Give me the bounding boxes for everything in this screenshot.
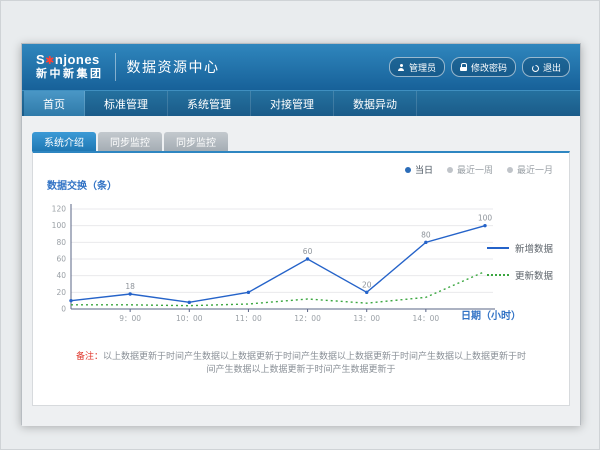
svg-text:100: 100 — [52, 221, 67, 230]
svg-text:10：00: 10：00 — [176, 314, 203, 323]
svg-text:120: 120 — [52, 205, 67, 214]
user-icon — [398, 64, 405, 71]
nav-item-interface-mgmt[interactable]: 对接管理 — [251, 91, 334, 116]
period-dot-icon — [507, 167, 513, 173]
chart-y-axis-title: 数据交换（条） — [47, 177, 117, 192]
period-option-last-week[interactable]: 最近一周 — [447, 163, 493, 176]
brand-divider — [115, 53, 116, 81]
svg-text:20: 20 — [56, 288, 66, 297]
nav-item-data-change[interactable]: 数据异动 — [334, 91, 417, 116]
logout-button[interactable]: 退出 — [522, 57, 570, 77]
desktop-background: { "window": { "header": { "logo_prefix":… — [0, 0, 600, 450]
power-icon — [531, 63, 539, 71]
legend-item-new-data[interactable]: 新增数据 — [487, 241, 553, 255]
company-logo: S✱njones 新中新集团 — [36, 53, 104, 81]
dotted-line-sample-icon — [487, 274, 509, 276]
nav-item-standard-mgmt[interactable]: 标准管理 — [85, 91, 168, 116]
tab-sync-monitor-1[interactable]: 同步监控 — [98, 132, 162, 151]
nav-item-home[interactable]: 首页 — [24, 91, 85, 116]
series-label: 新增数据 — [515, 241, 553, 255]
chart-panel: 当日 最近一周 最近一月 数据交换（条） 0 20 40 60 80 100 120 9：00… — [32, 151, 570, 406]
admin-user-button[interactable]: 管理员 — [389, 57, 445, 77]
svg-text:40: 40 — [56, 271, 66, 280]
user-actions: 管理员 修改密码 退出 — [389, 57, 570, 77]
svg-text:60: 60 — [303, 247, 313, 256]
period-option-last-month[interactable]: 最近一月 — [507, 163, 553, 176]
nav-item-system-mgmt[interactable]: 系统管理 — [168, 91, 251, 116]
svg-text:20: 20 — [362, 280, 372, 289]
remark-text: 以上数据更新于时间产生数据以上数据更新于时间产生数据以上数据更新于时间产生数据以… — [103, 351, 526, 374]
series-label: 更新数据 — [515, 268, 553, 282]
main-nav: 首页 标准管理 系统管理 对接管理 数据异动 — [22, 90, 580, 116]
change-password-label: 修改密码 — [471, 61, 507, 74]
legend-item-updated-data[interactable]: 更新数据 — [487, 268, 553, 282]
svg-text:0: 0 — [61, 305, 66, 314]
period-dot-icon — [447, 167, 453, 173]
svg-text:100: 100 — [478, 214, 493, 223]
remark-note: 备注：以上数据更新于时间产生数据以上数据更新于时间产生数据以上数据更新于时间产生… — [33, 349, 569, 375]
app-header: S✱njones 新中新集团 数据资源中心 管理员 修改密码 退出 — [22, 44, 580, 90]
period-label: 最近一周 — [457, 163, 493, 176]
app-window: S✱njones 新中新集团 数据资源中心 管理员 修改密码 退出 首页 标准管… — [21, 43, 581, 425]
period-dot-icon — [405, 167, 411, 173]
period-label: 当日 — [415, 163, 433, 176]
svg-text:11：00: 11：00 — [235, 314, 262, 323]
svg-text:18: 18 — [125, 282, 135, 291]
line-sample-icon — [487, 247, 509, 249]
svg-text:14：00: 14：00 — [413, 314, 440, 323]
lock-icon — [460, 63, 467, 71]
logo-star-icon: ✱ — [45, 55, 55, 67]
svg-text:13：00: 13：00 — [353, 314, 380, 323]
svg-text:12：00: 12：00 — [294, 314, 321, 323]
logo-wordmark: S✱njones — [36, 53, 104, 68]
svg-text:80: 80 — [56, 238, 66, 247]
tab-bar: 系统介绍 同步监控 同步监控 — [32, 132, 228, 151]
exchange-line-chart: 0 20 40 60 80 100 120 9：00 10：00 11：00 12：00 13：00 1… — [43, 199, 503, 338]
logo-subtitle: 新中新集团 — [36, 68, 104, 81]
tab-system-intro[interactable]: 系统介绍 — [32, 132, 96, 151]
change-password-button[interactable]: 修改密码 — [451, 57, 516, 77]
chart-x-axis-title: 日期（小时） — [461, 307, 521, 322]
period-filter: 当日 最近一周 最近一月 — [405, 163, 553, 176]
period-label: 最近一月 — [517, 163, 553, 176]
series-legend: 新增数据 更新数据 — [487, 241, 553, 282]
content-area: 系统介绍 同步监控 同步监控 当日 最近一周 最近一月 数据交换（条） — [22, 116, 580, 426]
tab-sync-monitor-2[interactable]: 同步监控 — [164, 132, 228, 151]
svg-text:80: 80 — [421, 230, 431, 239]
svg-text:9：00: 9：00 — [119, 314, 141, 323]
remark-label: 备注： — [76, 351, 103, 361]
admin-user-label: 管理员 — [409, 61, 436, 74]
logout-label: 退出 — [543, 61, 561, 74]
svg-text:60: 60 — [56, 255, 66, 264]
brand-area: S✱njones 新中新集团 数据资源中心 — [36, 53, 220, 81]
period-option-today[interactable]: 当日 — [405, 163, 433, 176]
page-title: 数据资源中心 — [127, 57, 220, 77]
